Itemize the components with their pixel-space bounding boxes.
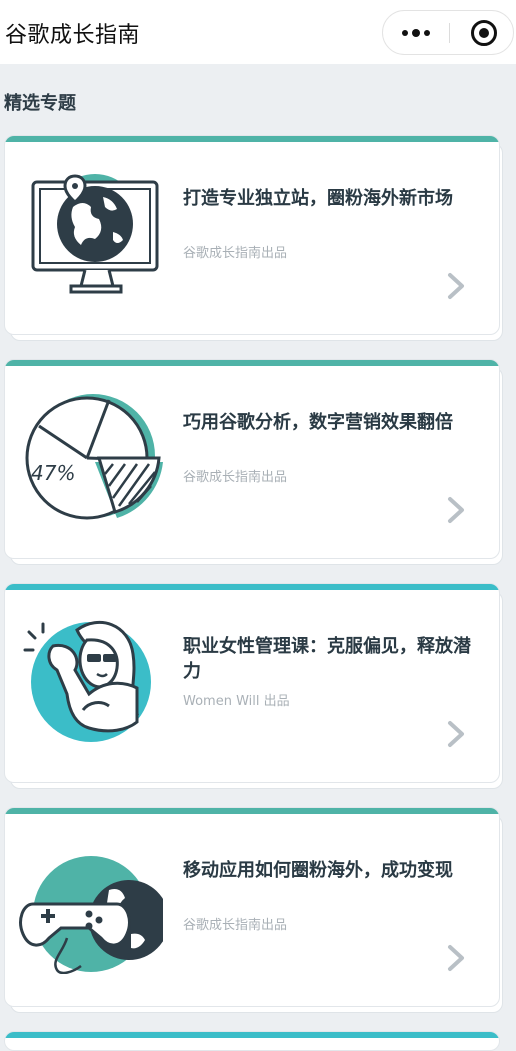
capsule-divider xyxy=(449,23,450,43)
section-title: 精选专题 xyxy=(4,93,76,114)
monitor-globe-icon xyxy=(31,174,159,294)
mini-program-capsule xyxy=(382,10,514,55)
topic-card[interactable]: 职业女性管理课：克服偏见，释放潜力 Women Will 出品 xyxy=(4,583,507,791)
card-accent-bar xyxy=(5,584,499,590)
card-body[interactable] xyxy=(4,1031,500,1051)
pie-chart-icon: 47% xyxy=(25,394,163,520)
gamepad-globe-icon xyxy=(19,856,163,974)
topic-card[interactable]: 47% 巧用谷歌分析，数字营销效果翻倍 谷歌成长指南出品 xyxy=(4,359,507,567)
app-title: 谷歌成长指南 xyxy=(5,23,141,48)
card-body[interactable]: 移动应用如何圈粉海外，成功变现 谷歌成长指南出品 xyxy=(4,807,500,1007)
card-title: 移动应用如何圈粉海外，成功变现 xyxy=(183,860,453,881)
card-subtitle: 谷歌成长指南出品 xyxy=(183,918,288,933)
navigation-bar: 谷歌成长指南 xyxy=(0,0,516,64)
chevron-right-icon xyxy=(448,721,464,747)
card-title: 打造专业独立站，圈粉海外新市场 xyxy=(183,188,453,209)
target-icon[interactable] xyxy=(471,20,497,46)
chevron-right-icon xyxy=(448,497,464,523)
card-title: 职业女性管理课：克服偏见，释放潜力 xyxy=(183,636,471,682)
woman-flex-icon xyxy=(23,620,151,742)
card-accent-bar xyxy=(5,360,499,366)
topic-card[interactable] xyxy=(4,1031,507,1051)
card-body[interactable]: 47% 巧用谷歌分析，数字营销效果翻倍 谷歌成长指南出品 xyxy=(4,359,500,559)
topic-card[interactable]: 移动应用如何圈粉海外，成功变现 谷歌成长指南出品 xyxy=(4,807,507,1015)
card-body[interactable]: 职业女性管理课：克服偏见，释放潜力 Women Will 出品 xyxy=(4,583,500,783)
card-subtitle: Women Will 出品 xyxy=(183,694,290,709)
card-accent-bar xyxy=(5,136,499,142)
card-body[interactable]: 打造专业独立站，圈粉海外新市场 谷歌成长指南出品 xyxy=(4,135,500,335)
card-subtitle: 谷歌成长指南出品 xyxy=(183,246,288,261)
card-subtitle: 谷歌成长指南出品 xyxy=(183,470,288,485)
card-title: 巧用谷歌分析，数字营销效果翻倍 xyxy=(183,412,453,433)
chevron-right-icon xyxy=(448,273,464,299)
pie-percent-label: 47% xyxy=(31,461,75,485)
chevron-right-icon xyxy=(448,945,464,971)
more-icon[interactable] xyxy=(383,11,449,54)
card-accent-bar xyxy=(5,808,499,814)
topic-card[interactable]: 打造专业独立站，圈粉海外新市场 谷歌成长指南出品 xyxy=(4,135,507,343)
card-accent-bar xyxy=(5,1032,499,1038)
